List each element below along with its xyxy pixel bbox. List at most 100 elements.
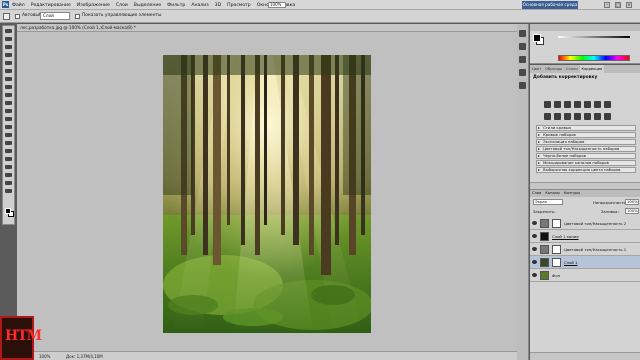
- eye-icon[interactable]: [532, 247, 537, 251]
- menu-3d[interactable]: 3D: [215, 3, 221, 8]
- photo-filter-icon[interactable]: [554, 113, 561, 120]
- threshold-icon[interactable]: [594, 113, 601, 120]
- fill-input[interactable]: 100%: [625, 208, 639, 214]
- layer-row[interactable]: Цветовой тон/Насыщенность 2: [530, 217, 640, 230]
- forest-image[interactable]: [163, 55, 371, 333]
- dodge-tool[interactable]: [4, 132, 13, 138]
- layers-blend-row: Экран Непрозрачность: 100%: [533, 199, 639, 206]
- workspace-button[interactable]: Основная рабочая среда: [522, 1, 578, 9]
- layer-name: Слой 1: [564, 260, 578, 265]
- eyedropper-tool[interactable]: [4, 68, 13, 74]
- color-panel-tabs[interactable]: [530, 24, 640, 31]
- autoselect-dropdown[interactable]: Слой: [40, 12, 70, 20]
- history-panel-icon[interactable]: [519, 30, 526, 37]
- status-zoom[interactable]: 100%: [39, 354, 50, 359]
- layer-row[interactable]: Цветовой тон/Насыщенность 1: [530, 243, 640, 256]
- clone-stamp-tool[interactable]: [4, 92, 13, 98]
- exposure-icon[interactable]: [574, 101, 581, 108]
- show-transform-checkbox[interactable]: [75, 14, 80, 19]
- hand-tool[interactable]: [4, 180, 13, 186]
- eye-icon[interactable]: [532, 221, 537, 225]
- vibrance-icon[interactable]: [584, 101, 591, 108]
- path-select-tool[interactable]: [4, 156, 13, 162]
- actions-panel-icon[interactable]: [519, 43, 526, 50]
- menu-image[interactable]: Изображение: [77, 3, 110, 8]
- menu-filter[interactable]: Фильтр: [167, 3, 185, 8]
- history-brush-tool[interactable]: [4, 100, 13, 106]
- move-tool-icon[interactable]: [3, 13, 10, 20]
- menu-select[interactable]: Выделение: [134, 3, 161, 8]
- gradient-tool[interactable]: [4, 116, 13, 122]
- brushes-panel-icon[interactable]: [519, 82, 526, 89]
- menu-edit[interactable]: Редактирование: [31, 3, 71, 8]
- blur-tool[interactable]: [4, 124, 13, 130]
- healing-brush-tool[interactable]: [4, 76, 13, 82]
- eye-icon[interactable]: [532, 260, 537, 264]
- foreground-color-swatch[interactable]: [5, 208, 11, 214]
- zoom-tool[interactable]: [4, 188, 13, 194]
- layer-row[interactable]: Фон: [530, 269, 640, 282]
- tab-color[interactable]: Цвет: [530, 65, 543, 73]
- close-tab-icon[interactable]: ×: [100, 25, 103, 30]
- 3d-rotate-tool[interactable]: [4, 172, 13, 178]
- lasso-tool[interactable]: [4, 44, 13, 50]
- gradient-map-icon[interactable]: [604, 113, 611, 120]
- curves-icon[interactable]: [564, 101, 571, 108]
- marquee-tool[interactable]: [4, 36, 13, 42]
- black-white-icon[interactable]: [544, 113, 551, 120]
- character-panel-icon[interactable]: [519, 56, 526, 63]
- eraser-tool[interactable]: [4, 108, 13, 114]
- shape-tool[interactable]: [4, 164, 13, 170]
- autoselect-checkbox[interactable]: [15, 14, 20, 19]
- layer-mask-thumb[interactable]: [552, 258, 561, 267]
- document-tab[interactable]: лес,разработка.jpg @ 100% (Слой 1, Слой-…: [17, 24, 517, 32]
- invert-icon[interactable]: [574, 113, 581, 120]
- layer-mask-thumb[interactable]: [552, 219, 561, 228]
- preset-item[interactable]: Цветовой тон/Насыщенность наборов: [536, 146, 636, 152]
- preset-item[interactable]: Черно-белое наборов: [536, 153, 636, 159]
- menu-analysis[interactable]: Анализ: [191, 3, 208, 8]
- preset-item[interactable]: Стили кривых: [536, 125, 636, 131]
- color-balance-icon[interactable]: [604, 101, 611, 108]
- posterize-icon[interactable]: [584, 113, 591, 120]
- tab-layers[interactable]: Слои: [530, 190, 543, 197]
- brush-tool[interactable]: [4, 84, 13, 90]
- tab-channels[interactable]: Каналы: [543, 190, 561, 197]
- eye-icon[interactable]: [532, 234, 537, 238]
- preset-item[interactable]: Экспозиция наборов: [536, 139, 636, 145]
- quick-select-tool[interactable]: [4, 52, 13, 58]
- menu-layers[interactable]: Слои: [116, 3, 128, 8]
- levels-icon[interactable]: [554, 101, 561, 108]
- tab-paths[interactable]: Контуры: [562, 190, 582, 197]
- tab-swatches[interactable]: Образцы: [543, 65, 564, 73]
- pen-tool[interactable]: [4, 140, 13, 146]
- tab-styles[interactable]: Стили: [564, 65, 580, 73]
- brightness-contrast-icon[interactable]: [544, 101, 551, 108]
- layer-row[interactable]: Слой 1 копия: [530, 230, 640, 243]
- color-slider[interactable]: [558, 36, 630, 38]
- color-spectrum[interactable]: [558, 55, 630, 61]
- crop-tool[interactable]: [4, 60, 13, 66]
- blend-mode-select[interactable]: Экран: [533, 199, 563, 205]
- type-tool[interactable]: [4, 148, 13, 154]
- zoom-select[interactable]: 100%: [268, 2, 286, 8]
- preset-item[interactable]: Микширование каналов наборов: [536, 160, 636, 166]
- eye-icon[interactable]: [532, 273, 537, 277]
- move-tool[interactable]: [4, 28, 13, 34]
- maximize-button[interactable]: □: [615, 2, 621, 8]
- preset-item[interactable]: Выборочная коррекция цвета наборов: [536, 167, 636, 173]
- canvas-area[interactable]: [17, 32, 517, 351]
- menu-view[interactable]: Просмотр: [227, 3, 251, 8]
- layer-row[interactable]: Слой 1: [530, 256, 640, 269]
- color-fg-swatch[interactable]: [533, 34, 541, 42]
- tab-adjustments[interactable]: Коррекция: [579, 65, 605, 73]
- layer-mask-thumb[interactable]: [552, 245, 561, 254]
- minimize-button[interactable]: –: [604, 2, 610, 8]
- channel-mixer-icon[interactable]: [564, 113, 571, 120]
- paragraph-panel-icon[interactable]: [519, 69, 526, 76]
- close-window-button[interactable]: ×: [626, 2, 632, 8]
- opacity-input[interactable]: 100%: [625, 199, 639, 205]
- hue-saturation-icon[interactable]: [594, 101, 601, 108]
- menu-file[interactable]: Файл: [12, 3, 25, 8]
- preset-item[interactable]: Кривые наборов: [536, 132, 636, 138]
